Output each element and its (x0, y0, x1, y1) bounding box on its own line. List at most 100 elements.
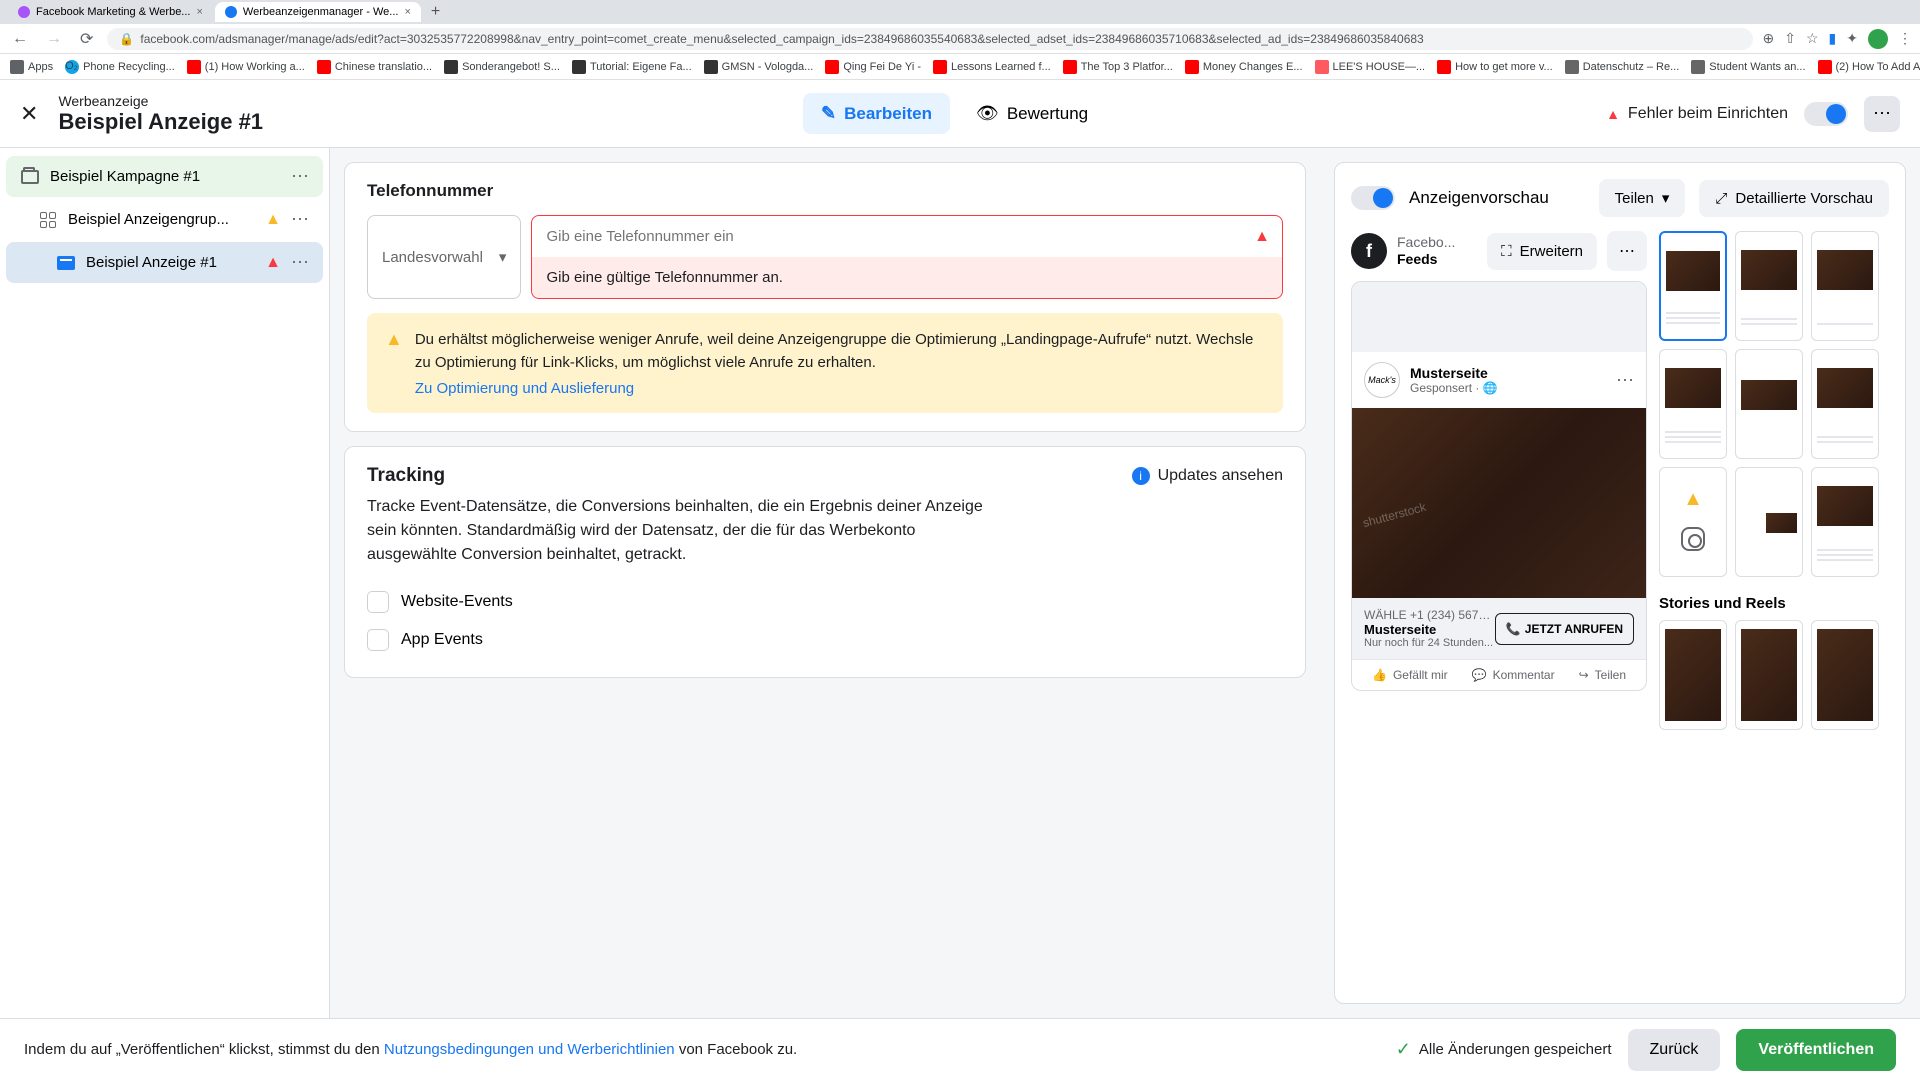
placement-thumb[interactable] (1811, 620, 1879, 730)
preview-context-bar: f Facebo... Feeds ⛶ Erweitern ⋯ (1351, 231, 1647, 271)
close-editor-button[interactable]: ✕ (20, 101, 38, 127)
placement-thumb[interactable] (1659, 231, 1727, 341)
placement-thumb[interactable] (1811, 231, 1879, 341)
chevron-down-icon: ▾ (1662, 189, 1670, 207)
error-icon: ▲ (265, 254, 281, 272)
like-button[interactable]: 👍Gefällt mir (1372, 668, 1448, 682)
detailed-label: Detaillierte Vorschau (1735, 190, 1873, 207)
bookmark-item[interactable]: Sonderangebot! S... (444, 60, 560, 74)
app-events-row[interactable]: App Events (367, 621, 1283, 659)
ad-cta-button[interactable]: 📞 JETZT ANRUFEN (1495, 613, 1634, 645)
placement-thumb[interactable] (1811, 467, 1879, 577)
checkbox[interactable] (367, 629, 389, 651)
url-text: facebook.com/adsmanager/manage/ads/edit?… (140, 32, 1423, 46)
placement-thumbnails: ▲ Stories und Reels (1659, 231, 1889, 730)
share-button[interactable]: Teilen ▾ (1599, 179, 1686, 217)
checkbox-label: Website-Events (401, 593, 513, 611)
nav-reload-icon[interactable]: ⟳ (76, 29, 97, 49)
save-status: ✓ Alle Änderungen gespeichert (1396, 1039, 1612, 1060)
comment-icon: 💬 (1472, 668, 1487, 682)
placement-thumb[interactable] (1811, 349, 1879, 459)
tree-adset[interactable]: Beispiel Anzeigengrup... ▲ ⋯ (6, 199, 323, 240)
preview-more-button[interactable]: ⋯ (1607, 231, 1647, 271)
ad-more-icon[interactable]: ⋯ (1616, 370, 1634, 391)
browser-tab-0[interactable]: Facebook Marketing & Werbe... × (8, 2, 213, 22)
bookmark-item[interactable]: O₂Phone Recycling... (65, 60, 175, 74)
bookmark-item[interactable]: (1) How Working a... (187, 60, 305, 74)
profile-icon[interactable] (1868, 29, 1888, 49)
publish-button[interactable]: Veröffentlichen (1736, 1029, 1896, 1071)
preview-panel: Anzeigenvorschau Teilen ▾ ⤢ Detaillierte… (1320, 148, 1920, 1018)
bookmark-item[interactable]: Money Changes E... (1185, 60, 1303, 74)
tree-campaign[interactable]: Beispiel Kampagne #1 ⋯ (6, 156, 323, 197)
warning-link[interactable]: Zu Optimierung und Auslieferung (415, 380, 1265, 397)
placement-thumb[interactable] (1735, 349, 1803, 459)
header-toggle[interactable] (1804, 102, 1848, 126)
tree-more-icon[interactable]: ⋯ (291, 252, 309, 273)
check-icon: ✓ (1396, 1039, 1411, 1060)
tab-edit[interactable]: ✎ Bearbeiten (803, 93, 950, 134)
zoom-icon[interactable]: ⊕ (1763, 30, 1775, 47)
nav-back-icon[interactable]: ← (8, 30, 32, 48)
placement-thumb[interactable] (1659, 620, 1727, 730)
fb-extension-icon[interactable]: ▮ (1829, 30, 1837, 47)
website-events-row[interactable]: Website-Events (367, 583, 1283, 621)
phone-input-container: ▲ Gib eine gültige Telefonnummer an. (531, 215, 1283, 299)
bookmark-item[interactable]: LEE'S HOUSE—... (1315, 60, 1426, 74)
terms-link[interactable]: Nutzungsbedingungen und Werberichtlinien (384, 1041, 675, 1058)
detailed-preview-button[interactable]: ⤢ Detaillierte Vorschau (1699, 180, 1889, 217)
phone-icon: 📞 (1506, 622, 1521, 636)
tab-title: Werbeanzeigenmanager - We... (243, 6, 399, 18)
tree-ad[interactable]: Beispiel Anzeige #1 ▲ ⋯ (6, 242, 323, 283)
tab-label: Bewertung (1007, 104, 1088, 124)
tab-close-icon[interactable]: × (196, 6, 202, 18)
star-icon[interactable]: ☆ (1806, 30, 1819, 47)
tab-review[interactable]: 👁 Bewertung (958, 93, 1106, 134)
placement-thumb[interactable] (1735, 620, 1803, 730)
bookmark-item[interactable]: The Top 3 Platfor... (1063, 60, 1173, 74)
phone-error-message: Gib eine gültige Telefonnummer an. (532, 257, 1282, 298)
browser-tab-1[interactable]: Werbeanzeigenmanager - We... × (215, 2, 421, 22)
share-icon[interactable]: ⇧ (1784, 30, 1796, 47)
country-code-select[interactable]: Landesvorwahl ▾ (367, 215, 521, 299)
preview-toggle[interactable] (1351, 186, 1395, 210)
bookmark-item[interactable]: How to get more v... (1437, 60, 1553, 74)
back-button[interactable]: Zurück (1628, 1029, 1721, 1071)
setup-error-status[interactable]: ▲ Fehler beim Einrichten (1606, 105, 1788, 123)
url-bar[interactable]: 🔒 facebook.com/adsmanager/manage/ads/edi… (107, 28, 1752, 50)
phone-input[interactable] (532, 216, 1282, 257)
bookmark-item[interactable]: Chinese translatio... (317, 60, 432, 74)
share-action-button[interactable]: ↪Teilen (1579, 668, 1626, 682)
bookmark-item[interactable]: Lessons Learned f... (933, 60, 1051, 74)
placement-name: Feeds (1397, 251, 1455, 268)
bookmark-item[interactable]: Qing Fei De Yi - (825, 60, 921, 74)
like-icon: 👍 (1372, 668, 1387, 682)
ad-header: Mack's Musterseite Gesponsert · 🌐 ⋯ (1352, 352, 1646, 408)
new-tab-button[interactable]: + (423, 3, 448, 21)
bookmark-item[interactable]: GMSN - Vologda... (704, 60, 814, 74)
bookmark-item[interactable]: Datenschutz – Re... (1565, 60, 1680, 74)
bookmark-item[interactable]: (2) How To Add A... (1818, 60, 1920, 74)
updates-label: Updates ansehen (1158, 467, 1283, 485)
checkbox[interactable] (367, 591, 389, 613)
menu-icon[interactable]: ⋮ (1898, 30, 1912, 47)
comment-button[interactable]: 💬Kommentar (1472, 668, 1555, 682)
tree-more-icon[interactable]: ⋯ (291, 166, 309, 187)
tab-title: Facebook Marketing & Werbe... (36, 6, 190, 18)
bookmark-item[interactable]: Tutorial: Eigene Fa... (572, 60, 692, 74)
tab-close-icon[interactable]: × (404, 6, 410, 18)
placement-thumb[interactable] (1735, 467, 1803, 577)
bookmark-apps[interactable]: Apps (10, 60, 53, 74)
extensions-icon[interactable]: ✦ (1846, 30, 1858, 47)
tree-more-icon[interactable]: ⋯ (291, 209, 309, 230)
browser-tabs-bar: Facebook Marketing & Werbe... × Werbeanz… (0, 0, 1920, 24)
bookmark-item[interactable]: Student Wants an... (1691, 60, 1805, 74)
placement-thumb[interactable] (1735, 231, 1803, 341)
header-more-button[interactable]: ⋯ (1864, 96, 1900, 132)
expand-preview-button[interactable]: ⛶ Erweitern (1487, 233, 1597, 270)
tracking-updates-link[interactable]: i Updates ansehen (1132, 467, 1283, 485)
placement-thumb-warning[interactable]: ▲ (1659, 467, 1727, 577)
placement-thumb[interactable] (1659, 349, 1727, 459)
expand-label: Erweitern (1520, 243, 1583, 260)
error-triangle-icon: ▲ (1606, 106, 1620, 122)
